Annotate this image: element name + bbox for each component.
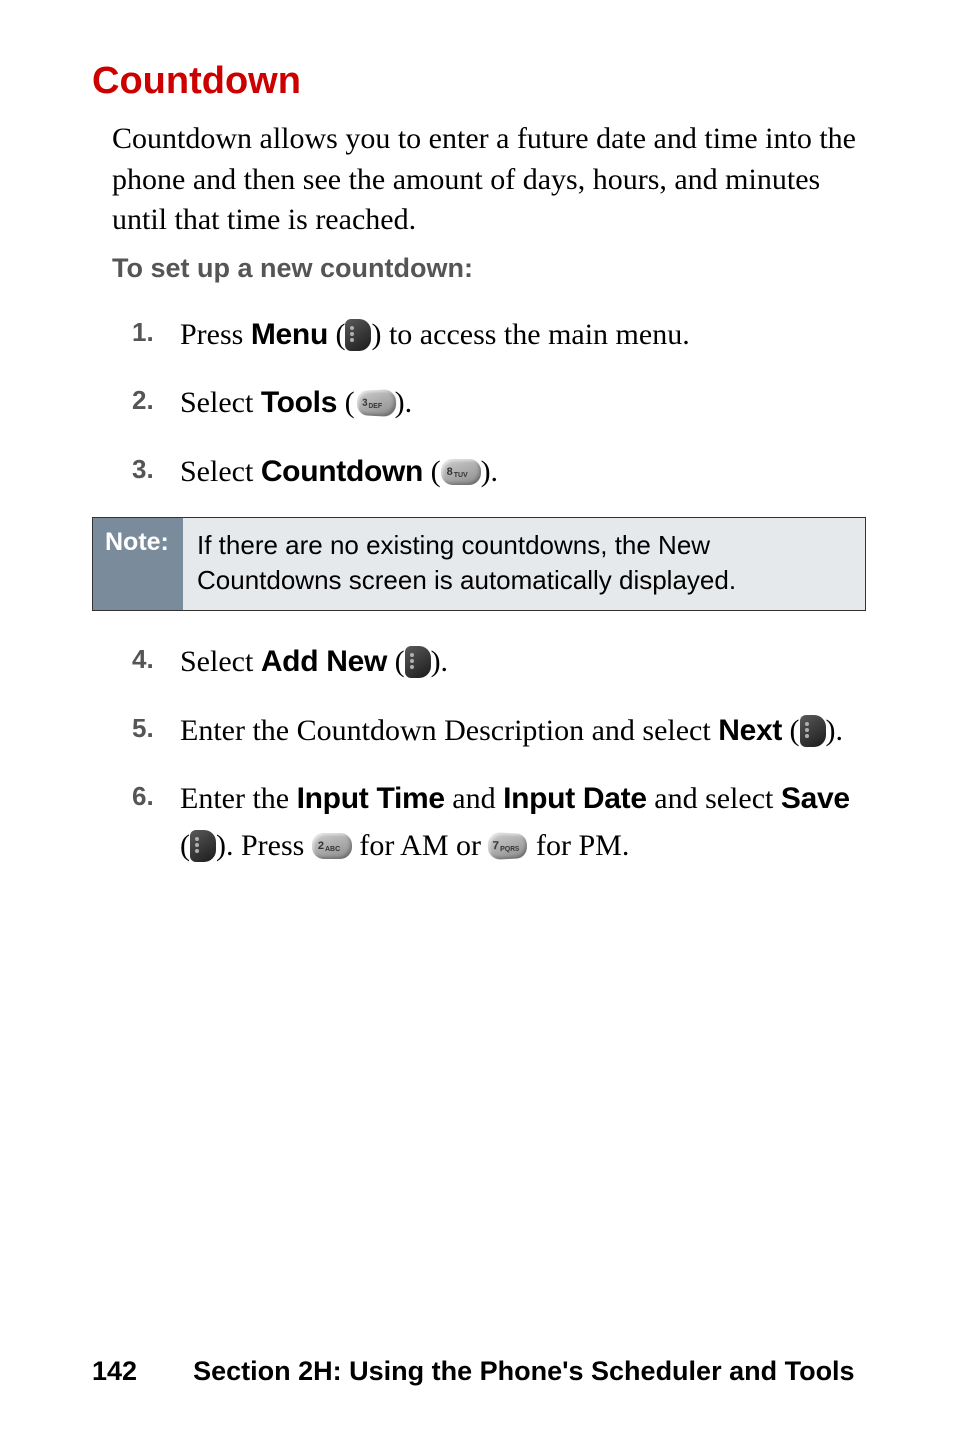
step-1: Press Menu ( ) to access the main menu. [132,312,866,359]
step-text: ). Press [216,829,312,862]
intro-paragraph: Countdown allows you to enter a future d… [92,119,866,241]
step-text: ( [328,318,346,351]
step-2: Select Tools (3DEF). [132,380,866,427]
steps-list-part2: Select Add New (). Enter the Countdown D… [92,639,866,869]
note-box: Note: If there are no existing countdown… [92,517,866,611]
step-text: ). [481,455,499,488]
section-heading: Countdown [92,60,866,103]
countdown-label: Countdown [261,455,423,488]
steps-list-part1: Press Menu ( ) to access the main menu. S… [92,312,866,496]
tools-label: Tools [261,386,337,419]
footer-section-title: Section 2H: Using the Phone's Scheduler … [193,1356,855,1387]
step-text: ( [387,645,405,678]
step-text: and select [647,782,781,815]
step-4: Select Add New (). [132,639,866,686]
step-text: Select [180,455,261,488]
instruction-subhead: To set up a new countdown: [92,253,866,284]
key-2-icon: 2ABC [312,833,352,859]
step-text: ). [431,645,449,678]
page-footer: 142 Section 2H: Using the Phone's Schedu… [92,1356,866,1387]
step-6: Enter the Input Time and Input Date and … [132,776,866,869]
step-text: for PM. [529,829,630,862]
note-text: If there are no existing countdowns, the… [183,518,865,610]
inputtime-label: Input Time [297,782,445,815]
ok-key-icon [345,319,371,351]
page-number: 142 [92,1356,137,1387]
ok-key-icon [405,646,431,678]
step-text: Enter the [180,782,297,815]
inputdate-label: Input Date [503,782,647,815]
key-8-icon: 8TUV [441,459,481,485]
step-text: Select [180,386,261,419]
menu-label: Menu [251,318,328,351]
next-label: Next [718,714,782,747]
step-text: ( [423,455,441,488]
key-3-icon: 3DEF [357,389,396,417]
save-label: Save [781,782,850,815]
step-text: ) to access the main menu. [371,318,689,351]
key-7-icon: 7PQRS [487,832,526,860]
step-text: for AM or [352,829,489,862]
step-text: Select [180,645,261,678]
step-text: Enter the Countdown Description and sele… [180,714,718,747]
step-text: ( [180,829,190,862]
note-label: Note: [93,518,183,610]
step-text: ). [826,714,844,747]
step-text: ( [782,714,800,747]
ok-key-icon [190,830,216,862]
step-5: Enter the Countdown Description and sele… [132,708,866,755]
step-text: Press [180,318,251,351]
ok-key-icon [800,715,826,747]
addnew-label: Add New [261,645,387,678]
step-text: ). [395,386,413,419]
step-3: Select Countdown (8TUV). [132,449,866,496]
step-text: ( [337,386,355,419]
step-text: and [445,782,503,815]
